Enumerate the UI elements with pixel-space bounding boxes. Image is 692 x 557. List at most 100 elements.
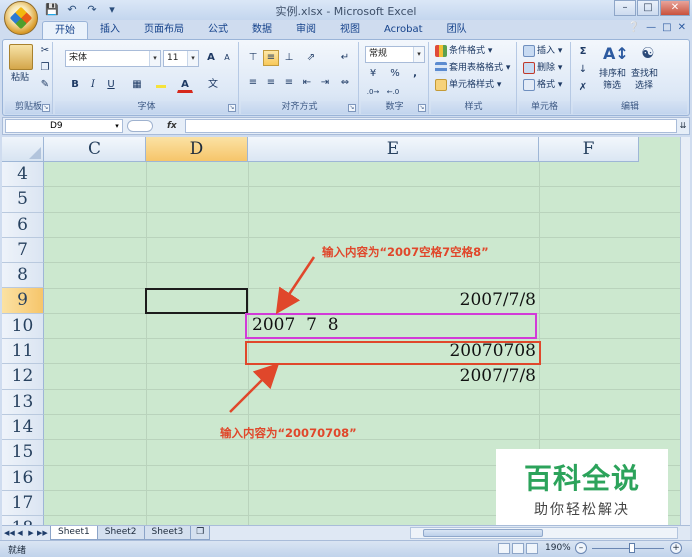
column-header-C[interactable]: C xyxy=(44,137,146,162)
font-size-combo[interactable]: 11 ▾ xyxy=(163,50,199,67)
name-box[interactable]: D9 ▾ xyxy=(5,119,123,133)
font-color-icon[interactable]: A xyxy=(177,77,193,93)
row-header-7[interactable]: 7 xyxy=(2,237,44,264)
currency-icon[interactable]: ¥ xyxy=(365,66,381,82)
row-header-8[interactable]: 8 xyxy=(2,263,44,289)
tab-7[interactable]: Acrobat xyxy=(372,21,435,39)
page-break-view-icon[interactable] xyxy=(526,543,538,554)
tab-2[interactable]: 页面布局 xyxy=(132,21,196,39)
increase-decimal-icon[interactable]: .0→ xyxy=(365,84,381,100)
bold-button[interactable]: B xyxy=(67,77,83,93)
delete-cells-button[interactable]: 删除 ▾ xyxy=(523,60,562,76)
align-bottom-icon[interactable]: ⊥ xyxy=(281,50,297,66)
find-select-label-2[interactable]: 选择 xyxy=(635,78,653,94)
paste-icon[interactable] xyxy=(9,44,33,70)
expand-formula-bar-icon[interactable]: ⇊ xyxy=(678,119,688,133)
select-all-button[interactable] xyxy=(2,137,44,162)
horizontal-scroll-thumb[interactable] xyxy=(423,529,543,537)
tab-3[interactable]: 公式 xyxy=(196,21,240,39)
row-header-9[interactable]: 9 xyxy=(2,288,44,314)
binoculars-icon[interactable]: ☯ xyxy=(637,44,659,64)
minimize-button[interactable]: – xyxy=(614,0,636,16)
cell-styles-button[interactable]: 单元格样式 ▾ xyxy=(435,77,501,93)
align-left-icon[interactable]: ≡ xyxy=(245,75,261,91)
phonetic-button[interactable]: 文 xyxy=(205,77,221,93)
sheet-tab-3[interactable]: Sheet3 xyxy=(143,526,192,540)
format-painter-icon[interactable]: ✎ xyxy=(37,77,53,93)
borders-icon[interactable]: ▦ xyxy=(129,77,145,93)
wrap-text-icon[interactable]: ↵ xyxy=(337,50,353,66)
shrink-font-button[interactable]: A xyxy=(219,50,235,66)
sheet-tab-2[interactable]: Sheet2 xyxy=(96,526,145,540)
number-launcher-icon[interactable]: ↘ xyxy=(418,104,426,112)
row-header-13[interactable]: 13 xyxy=(2,389,44,415)
row-header-14[interactable]: 14 xyxy=(2,414,44,441)
zoom-slider-thumb[interactable] xyxy=(628,543,635,553)
row-header-16[interactable]: 16 xyxy=(2,465,44,491)
align-center-icon[interactable]: ≡ xyxy=(263,75,279,91)
tab-8[interactable]: 团队 xyxy=(435,21,479,39)
font-name-combo[interactable]: 宋体 ▾ xyxy=(65,50,161,67)
percent-button[interactable]: % xyxy=(387,66,403,82)
tab-5[interactable]: 审阅 xyxy=(284,21,328,39)
format-as-table-button[interactable]: 套用表格格式 ▾ xyxy=(435,60,510,76)
close-button[interactable]: ✕ xyxy=(660,0,690,16)
sort-filter-label-2[interactable]: 筛选 xyxy=(603,78,621,94)
row-header-12[interactable]: 12 xyxy=(2,364,44,390)
column-header-F[interactable]: F xyxy=(539,137,639,162)
underline-button[interactable]: U xyxy=(103,77,119,93)
row-header-17[interactable]: 17 xyxy=(2,490,44,517)
autosum-button[interactable]: Σ xyxy=(575,44,591,60)
column-header-D[interactable]: D xyxy=(146,137,248,162)
insert-function-button[interactable]: fx xyxy=(167,121,177,131)
page-layout-view-icon[interactable] xyxy=(512,543,524,554)
next-sheet-icon[interactable]: ▶ xyxy=(26,526,36,540)
paste-button[interactable]: 粘贴 xyxy=(11,70,29,86)
row-header-10[interactable]: 10 xyxy=(2,313,44,340)
ribbon-restore-icon[interactable]: □ xyxy=(662,22,671,33)
orientation-icon[interactable]: ⇗ xyxy=(303,50,319,66)
clipboard-launcher-icon[interactable]: ↘ xyxy=(42,104,50,112)
number-format-combo[interactable]: 常规 ▾ xyxy=(365,46,425,63)
zoom-level[interactable]: 190% xyxy=(545,543,571,553)
normal-view-icon[interactable] xyxy=(498,543,510,554)
ribbon-close-icon[interactable]: ✕ xyxy=(678,22,686,33)
increase-indent-icon[interactable]: ⇥ xyxy=(317,75,333,91)
align-middle-icon[interactable]: ≡ xyxy=(263,50,279,66)
merge-center-icon[interactable]: ⇔ xyxy=(337,75,353,91)
help-icon[interactable]: ❔ xyxy=(628,22,640,33)
font-launcher-icon[interactable]: ↘ xyxy=(228,104,236,112)
column-header-E[interactable]: E xyxy=(248,137,539,162)
vertical-scrollbar[interactable] xyxy=(680,137,690,525)
insert-cells-button[interactable]: 插入 ▾ xyxy=(523,43,562,59)
zoom-out-button[interactable]: – xyxy=(575,542,587,554)
formula-input[interactable] xyxy=(185,119,677,133)
format-cells-button[interactable]: 格式 ▾ xyxy=(523,77,562,93)
fill-icon[interactable]: ↓ xyxy=(575,62,591,78)
prev-sheet-icon[interactable]: ◀ xyxy=(15,526,25,540)
tab-6[interactable]: 视图 xyxy=(328,21,372,39)
row-header-11[interactable]: 11 xyxy=(2,339,44,365)
first-sheet-icon[interactable]: ◀◀ xyxy=(4,526,15,540)
ribbon-minimize-icon[interactable]: — xyxy=(646,22,656,33)
last-sheet-icon[interactable]: ▶▶ xyxy=(37,526,48,540)
tab-1[interactable]: 插入 xyxy=(88,21,132,39)
row-header-5[interactable]: 5 xyxy=(2,187,44,213)
align-top-icon[interactable]: ⊤ xyxy=(245,50,261,66)
row-header-18[interactable]: 18 xyxy=(2,516,44,525)
horizontal-scrollbar[interactable] xyxy=(410,527,678,539)
decrease-indent-icon[interactable]: ⇤ xyxy=(299,75,315,91)
insert-sheet-icon[interactable]: ❐ xyxy=(190,526,211,540)
clear-icon[interactable]: ✗ xyxy=(575,80,591,96)
comma-button[interactable]: , xyxy=(407,66,423,82)
grow-font-button[interactable]: A xyxy=(203,50,219,66)
copy-icon[interactable]: ❐ xyxy=(37,60,53,76)
sheet-tab-1[interactable]: Sheet1 xyxy=(50,526,98,540)
row-header-15[interactable]: 15 xyxy=(2,440,44,466)
decrease-decimal-icon[interactable]: ←.0 xyxy=(385,84,401,100)
conditional-format-button[interactable]: 条件格式 ▾ xyxy=(435,43,492,59)
italic-button[interactable]: I xyxy=(85,77,101,93)
alignment-launcher-icon[interactable]: ↘ xyxy=(348,104,356,112)
office-button[interactable] xyxy=(4,1,38,35)
tab-4[interactable]: 数据 xyxy=(240,21,284,39)
